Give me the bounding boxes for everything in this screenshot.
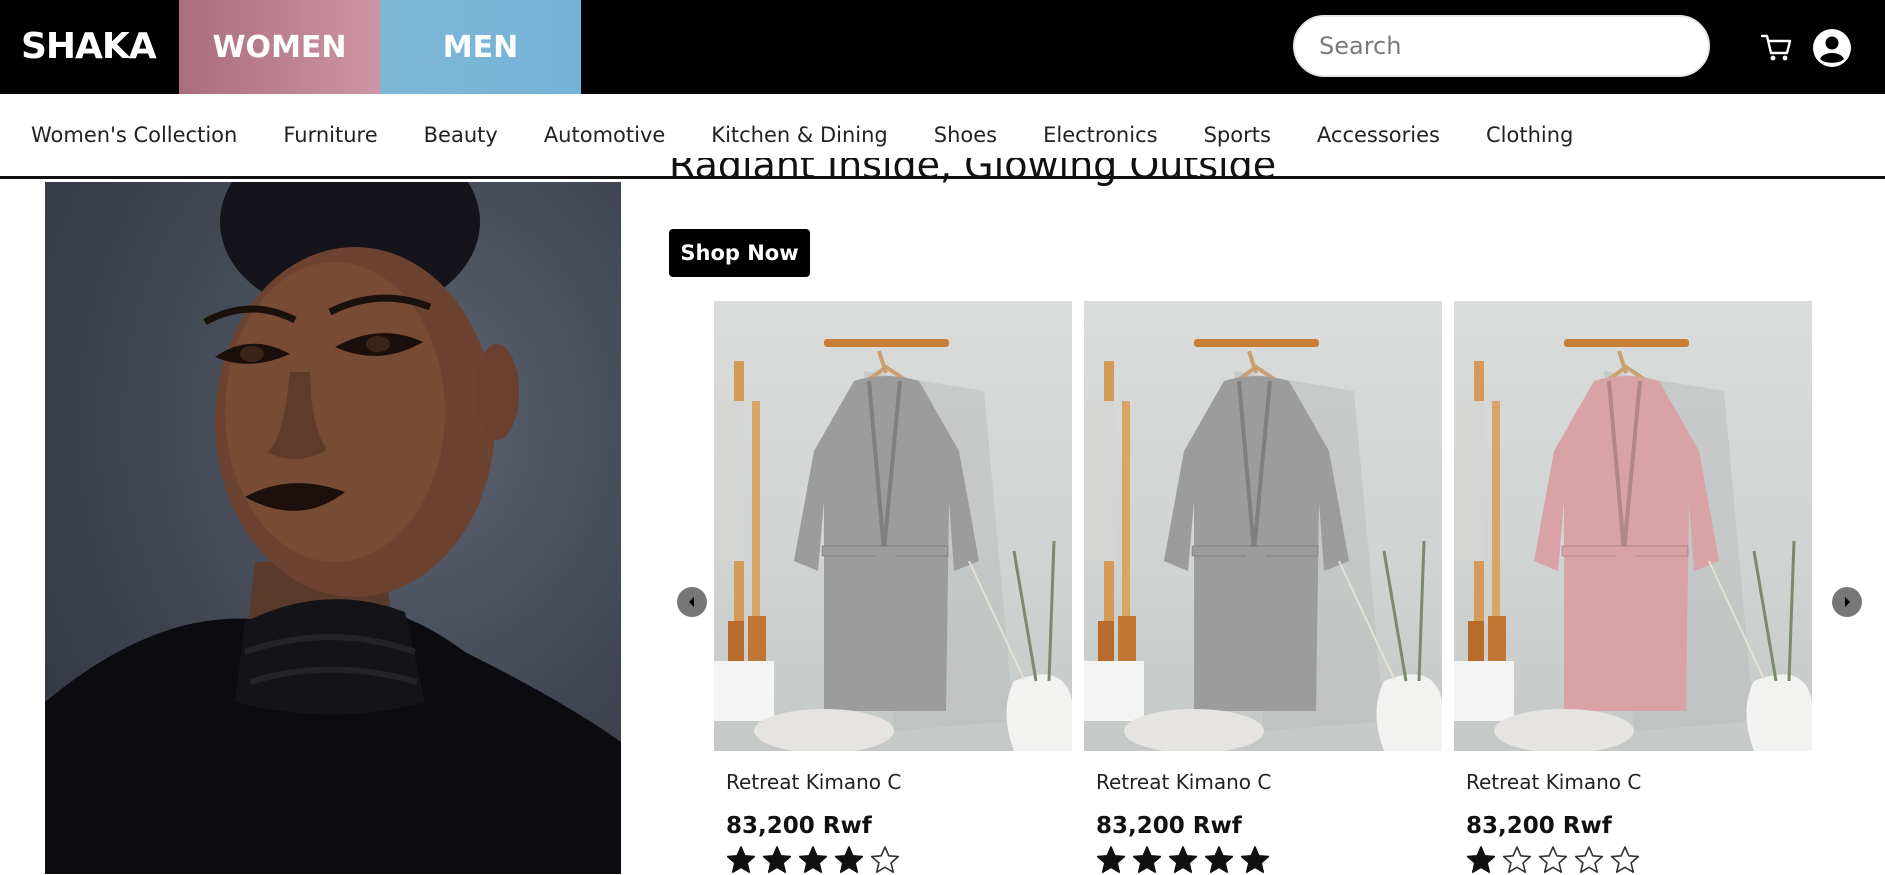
carousel-next-button[interactable] xyxy=(1832,587,1862,617)
tab-men[interactable]: MEN xyxy=(380,0,581,94)
star-empty-icon xyxy=(870,846,900,873)
star-empty-icon xyxy=(1574,846,1604,873)
product-rating xyxy=(726,845,900,875)
product-card[interactable]: Retreat Kimano C 83,200 Rwf xyxy=(1084,301,1442,874)
category-beauty[interactable]: Beauty xyxy=(424,123,498,147)
star-filled-icon xyxy=(762,846,792,873)
star-empty-icon xyxy=(1610,846,1640,873)
chevron-left-icon xyxy=(689,597,694,607)
category-clothing[interactable]: Clothing xyxy=(1486,123,1573,147)
chevron-right-icon xyxy=(1845,597,1850,607)
carousel-prev-button[interactable] xyxy=(677,587,707,617)
category-shoes[interactable]: Shoes xyxy=(934,123,997,147)
star-filled-icon xyxy=(1240,846,1270,873)
category-electronics[interactable]: Electronics xyxy=(1043,123,1157,147)
product-price: 83,200 Rwf xyxy=(1466,813,1612,839)
product-card[interactable]: Retreat Kimano C 83,200 Rwf xyxy=(1454,301,1812,874)
product-price: 83,200 Rwf xyxy=(1096,813,1242,839)
star-filled-icon xyxy=(1466,846,1496,873)
category-automotive[interactable]: Automotive xyxy=(544,123,665,147)
star-filled-icon xyxy=(1168,846,1198,873)
product-name[interactable]: Retreat Kimano C xyxy=(726,770,901,794)
star-filled-icon xyxy=(834,846,864,873)
star-filled-icon xyxy=(1096,846,1126,873)
hero-headline: Radiant Inside, Glowing Outside xyxy=(669,158,1277,187)
product-rating xyxy=(1096,845,1270,875)
star-empty-icon xyxy=(1538,846,1568,873)
search-input[interactable] xyxy=(1293,15,1710,77)
product-card[interactable]: Retreat Kimano C 83,200 Rwf xyxy=(714,301,1072,874)
account-icon[interactable] xyxy=(1812,28,1852,68)
star-filled-icon xyxy=(1204,846,1234,873)
brand-logo[interactable]: SHAKA xyxy=(21,26,157,67)
product-image[interactable] xyxy=(1084,301,1442,751)
product-image[interactable] xyxy=(714,301,1072,751)
product-name[interactable]: Retreat Kimano C xyxy=(1466,770,1641,794)
star-filled-icon xyxy=(726,846,756,873)
product-image[interactable] xyxy=(1454,301,1812,751)
product-price: 83,200 Rwf xyxy=(726,813,872,839)
star-filled-icon xyxy=(1132,846,1162,873)
shop-now-button[interactable]: Shop Now xyxy=(669,229,810,277)
hero-model-image xyxy=(45,182,621,874)
category-furniture[interactable]: Furniture xyxy=(283,123,377,147)
category-sports[interactable]: Sports xyxy=(1204,123,1271,147)
category-kitchen-dining[interactable]: Kitchen & Dining xyxy=(711,123,887,147)
top-bar: SHAKA WOMEN MEN xyxy=(0,0,1885,94)
product-rating xyxy=(1466,845,1640,875)
tab-women[interactable]: WOMEN xyxy=(179,0,380,94)
category-accessories[interactable]: Accessories xyxy=(1317,123,1440,147)
star-filled-icon xyxy=(798,846,828,873)
star-empty-icon xyxy=(1502,846,1532,873)
category-womens-collection[interactable]: Women's Collection xyxy=(31,123,237,147)
cart-icon[interactable] xyxy=(1757,28,1797,68)
product-name[interactable]: Retreat Kimano C xyxy=(1096,770,1271,794)
